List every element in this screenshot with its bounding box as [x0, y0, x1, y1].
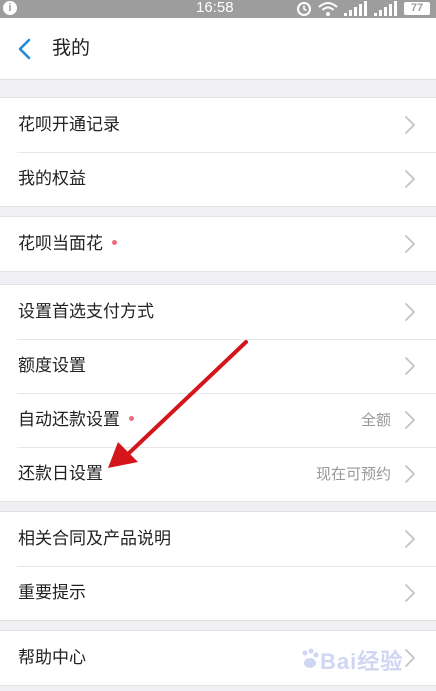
watermark-text: Bai经验 — [320, 649, 404, 674]
alarm-icon — [297, 2, 311, 16]
row-value: 全额 — [360, 411, 391, 429]
row-label-text: 花呗当面花 — [18, 234, 103, 254]
menu-row[interactable]: 自动还款设置 全额 — [0, 393, 436, 447]
row-label-text: 自动还款设置 — [18, 410, 120, 430]
chevron-right-icon — [405, 170, 415, 188]
menu-row[interactable]: 重要提示 — [0, 566, 436, 620]
chevron-right-icon — [405, 584, 415, 602]
chevron-right-icon — [405, 411, 415, 429]
notification-dot — [129, 415, 134, 421]
menu-row[interactable]: 设置首选支付方式 — [0, 285, 436, 339]
battery-icon: 77 — [404, 2, 430, 15]
menu-group: 花呗当面花 — [0, 216, 436, 272]
menu-row[interactable]: 相关合同及产品说明 — [0, 512, 436, 566]
menu-group: 设置首选支付方式 额度设置自动还款设置 全额还款日设置 现在可预约 — [0, 284, 436, 502]
row-value: 现在可预约 — [315, 465, 391, 483]
chevron-right-icon — [405, 116, 415, 134]
row-label: 花呗开通记录 — [18, 98, 120, 152]
status-time: 16:58 — [196, 0, 234, 16]
menu-group: 相关合同及产品说明 重要提示 — [0, 511, 436, 621]
menu-row[interactable]: 我的权益 — [0, 152, 436, 206]
row-label-text: 额度设置 — [18, 356, 86, 376]
signal-icon — [374, 1, 397, 16]
row-label-text: 花呗开通记录 — [18, 115, 120, 135]
wifi-icon — [318, 2, 338, 16]
chevron-right-icon — [405, 530, 415, 548]
chevron-right-icon — [405, 465, 415, 483]
status-bar: i 16:58 77 — [0, 0, 436, 18]
row-label: 重要提示 — [18, 566, 86, 620]
chevron-right-icon — [405, 235, 415, 253]
row-label-text: 相关合同及产品说明 — [18, 529, 171, 549]
row-label-text: 我的权益 — [18, 169, 86, 189]
row-label-text: 重要提示 — [18, 583, 86, 603]
status-icons: 77 — [296, 0, 436, 18]
row-label-text: 帮助中心 — [18, 648, 86, 668]
row-label: 设置首选支付方式 — [18, 285, 154, 339]
row-label: 花呗当面花 — [18, 217, 117, 271]
notification-dot — [112, 239, 117, 245]
menu-row[interactable]: 还款日设置 现在可预约 — [0, 447, 436, 501]
chevron-left-icon[interactable] — [14, 37, 36, 61]
menu-group: 花呗开通记录 我的权益 — [0, 97, 436, 207]
page-title: 我的 — [52, 37, 91, 59]
row-label: 额度设置 — [18, 339, 86, 393]
watermark: Bai经验 — [300, 640, 436, 680]
info-icon: i — [3, 1, 17, 15]
row-label-text: 还款日设置 — [18, 464, 103, 484]
nav-bar: 我的 — [0, 18, 436, 80]
paw-icon — [302, 648, 319, 668]
row-label: 帮助中心 — [18, 631, 86, 685]
row-label: 我的权益 — [18, 152, 86, 206]
row-label: 相关合同及产品说明 — [18, 512, 171, 566]
chevron-right-icon — [405, 303, 415, 321]
menu-row[interactable]: 花呗开通记录 — [0, 98, 436, 152]
menu-row[interactable]: 花呗当面花 — [0, 217, 436, 271]
menu-row[interactable]: 额度设置 — [0, 339, 436, 393]
row-label: 自动还款设置 — [18, 393, 134, 447]
row-label: 还款日设置 — [18, 447, 103, 501]
row-label-text: 设置首选支付方式 — [18, 302, 154, 322]
signal-icon — [344, 1, 367, 16]
chevron-right-icon — [405, 357, 415, 375]
